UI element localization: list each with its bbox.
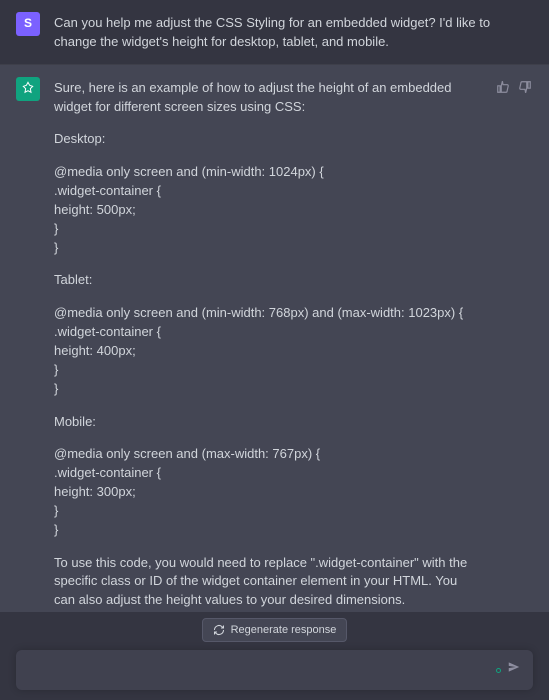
user-avatar-letter: S	[24, 15, 32, 32]
send-button[interactable]	[507, 660, 521, 680]
assistant-content: Sure, here is an example of how to adjus…	[54, 77, 481, 610]
refresh-icon	[213, 624, 225, 636]
tablet-code: @media only screen and (min-width: 768px…	[54, 304, 481, 398]
desktop-code: @media only screen and (min-width: 1024p…	[54, 163, 481, 257]
regenerate-label: Regenerate response	[231, 624, 337, 636]
code-line: .widget-container {	[54, 464, 481, 483]
user-message: S Can you help me adjust the CSS Styling…	[0, 0, 549, 65]
desktop-label: Desktop:	[54, 130, 481, 149]
input-bar: Regenerate response	[0, 612, 549, 700]
code-line: }	[54, 361, 481, 380]
thumbs-up-icon	[496, 80, 510, 94]
code-line: .widget-container {	[54, 182, 481, 201]
code-line: height: 300px;	[54, 483, 481, 502]
message-input[interactable]	[28, 663, 496, 678]
assistant-intro: Sure, here is an example of how to adjus…	[54, 79, 481, 117]
message-actions	[495, 77, 533, 610]
regenerate-button[interactable]: Regenerate response	[202, 618, 348, 642]
thumbs-up-button[interactable]	[495, 79, 511, 95]
code-line: @media only screen and (max-width: 767px…	[54, 445, 481, 464]
input-actions	[496, 660, 521, 680]
code-line: .widget-container {	[54, 323, 481, 342]
code-line: @media only screen and (min-width: 1024p…	[54, 163, 481, 182]
message-input-box[interactable]	[16, 650, 533, 690]
send-icon	[507, 660, 521, 674]
code-line: height: 400px;	[54, 342, 481, 361]
tablet-label: Tablet:	[54, 271, 481, 290]
user-message-text: Can you help me adjust the CSS Styling f…	[54, 12, 533, 52]
status-dot-icon	[496, 668, 501, 673]
code-line: }	[54, 220, 481, 239]
thumbs-down-icon	[518, 80, 532, 94]
code-line: @media only screen and (min-width: 768px…	[54, 304, 481, 323]
assistant-avatar	[16, 77, 40, 101]
code-line: }	[54, 239, 481, 258]
code-line: }	[54, 380, 481, 399]
mobile-code: @media only screen and (max-width: 767px…	[54, 445, 481, 539]
assistant-message: Sure, here is an example of how to adjus…	[0, 65, 549, 622]
openai-icon	[20, 81, 36, 97]
thumbs-down-button[interactable]	[517, 79, 533, 95]
code-line: height: 500px;	[54, 201, 481, 220]
mobile-label: Mobile:	[54, 413, 481, 432]
code-line: }	[54, 521, 481, 540]
user-avatar: S	[16, 12, 40, 36]
code-line: }	[54, 502, 481, 521]
assistant-outro: To use this code, you would need to repl…	[54, 554, 481, 611]
